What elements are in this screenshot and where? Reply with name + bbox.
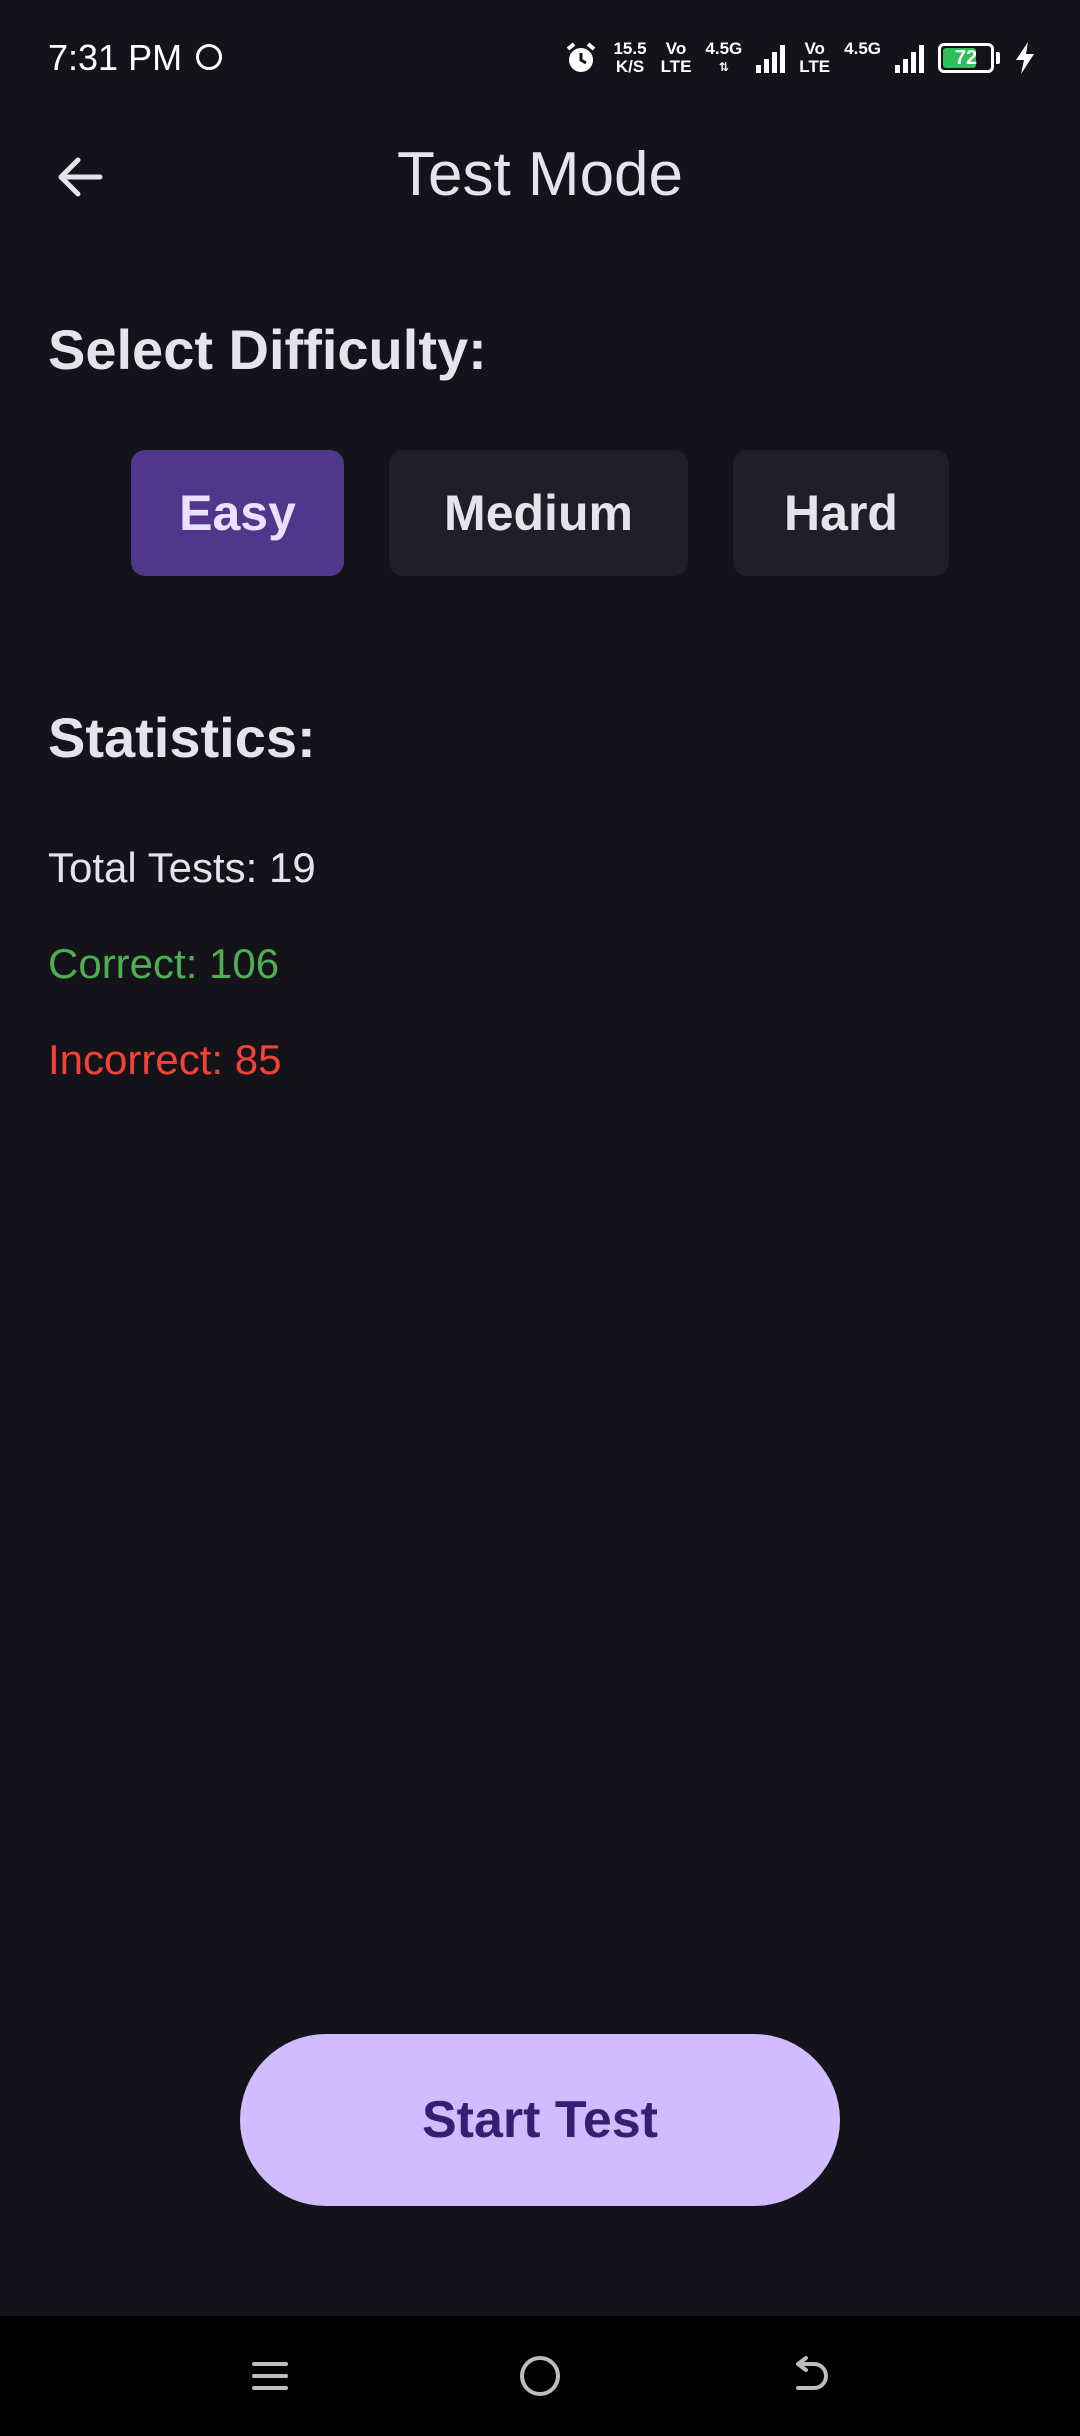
sim2-network: 4.5G xyxy=(844,39,881,58)
status-icons: 15.5 K/S Vo LTE 4.5G ⇅ Vo LTE 4.5G 72 xyxy=(563,34,1036,82)
sim1-signal-icon xyxy=(756,43,786,73)
system-nav-bar xyxy=(0,2316,1080,2436)
status-bar: 7:31 PM 15.5 K/S Vo LTE 4.5G ⇅ Vo LTE 4.… xyxy=(0,0,1080,115)
battery-icon: 72 xyxy=(938,43,994,73)
status-time: 7:31 PM xyxy=(48,37,183,78)
incorrect-stat: Incorrect: 85 xyxy=(48,1036,282,1083)
menu-icon xyxy=(252,2362,288,2390)
battery-level: 72 xyxy=(954,46,978,69)
app-bar: Test Mode xyxy=(0,115,1080,235)
page-title: Test Mode xyxy=(396,140,684,209)
test-mode-screen: 7:31 PM 15.5 K/S Vo LTE 4.5G ⇅ Vo LTE 4.… xyxy=(0,0,1080,2436)
difficulty-medium-button[interactable]: Medium xyxy=(389,450,688,576)
nav-home-button[interactable] xyxy=(510,2346,570,2406)
correct-stat: Correct: 106 xyxy=(48,940,280,987)
charging-bolt-icon xyxy=(1014,42,1036,74)
network-speed: 15.5 K/S xyxy=(613,39,647,76)
nav-back-button[interactable] xyxy=(780,2346,840,2406)
total-tests-stat: Total Tests: 19 xyxy=(48,844,316,891)
notification-app-icon xyxy=(196,44,222,70)
back-arrow-icon xyxy=(796,2356,828,2390)
alarm-icon xyxy=(563,40,599,76)
sim1-volte: Vo LTE xyxy=(660,39,692,76)
battery-cap xyxy=(996,52,1000,64)
nav-menu-button[interactable] xyxy=(240,2346,300,2406)
difficulty-easy-button[interactable]: Easy xyxy=(131,450,344,576)
start-test-button[interactable]: Start Test xyxy=(240,2034,840,2206)
sim1-network: 4.5G ⇅ xyxy=(705,39,743,75)
sim2-volte: Vo LTE xyxy=(799,39,831,76)
statistics-heading: Statistics: xyxy=(48,706,316,769)
difficulty-heading: Select Difficulty: xyxy=(48,318,487,381)
difficulty-selector: Easy Medium Hard xyxy=(0,450,1080,576)
home-circle-icon xyxy=(520,2356,560,2396)
difficulty-hard-button[interactable]: Hard xyxy=(733,450,949,576)
sim2-signal-icon xyxy=(895,43,924,73)
